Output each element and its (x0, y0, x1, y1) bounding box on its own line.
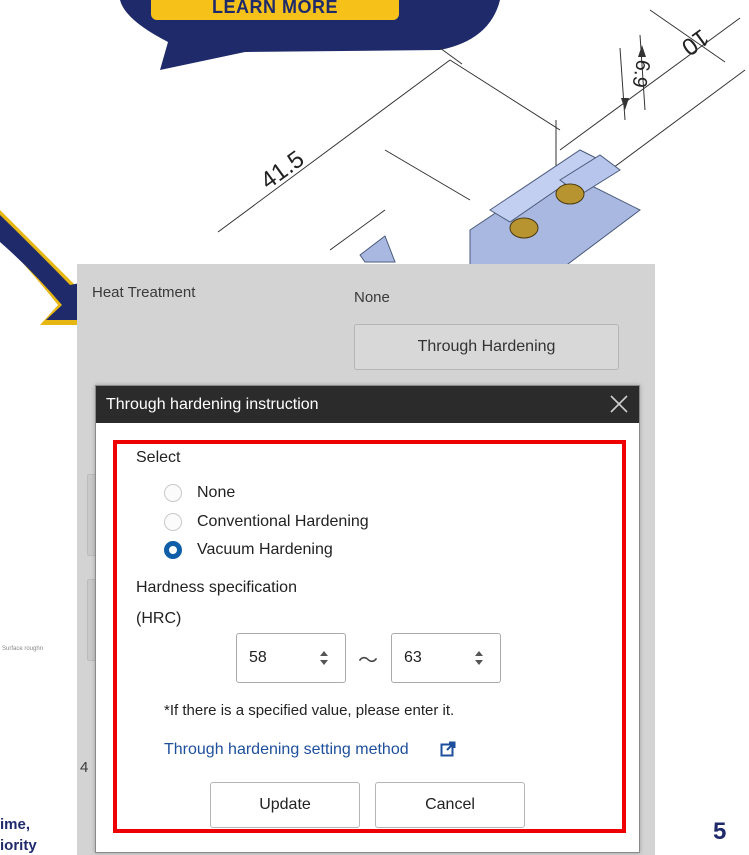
slide-text-fragment: ime, (0, 816, 31, 833)
through-hardening-button[interactable]: Through Hardening (354, 324, 619, 370)
slide-text-fragment: iority (0, 837, 37, 854)
highlight-frame (113, 440, 626, 833)
heat-treatment-label: Heat Treatment (92, 284, 196, 301)
dimension-10: 10 (676, 23, 713, 61)
dimension-41-5: 41.5 (256, 146, 310, 195)
dimension-6-9: 6.9 (627, 58, 653, 89)
dialog-header: Through hardening instruction (96, 386, 639, 423)
heat-treatment-value: None (354, 289, 390, 306)
cad-drawing: 41.5 10 6.9 (217, 9, 746, 270)
page-number: 5 (713, 818, 727, 845)
surface-roughness-fragment: Surface roughn (2, 646, 44, 652)
row-fragment: 4 (80, 759, 89, 776)
close-icon[interactable] (607, 392, 631, 416)
dialog-title: Through hardening instruction (106, 396, 319, 413)
